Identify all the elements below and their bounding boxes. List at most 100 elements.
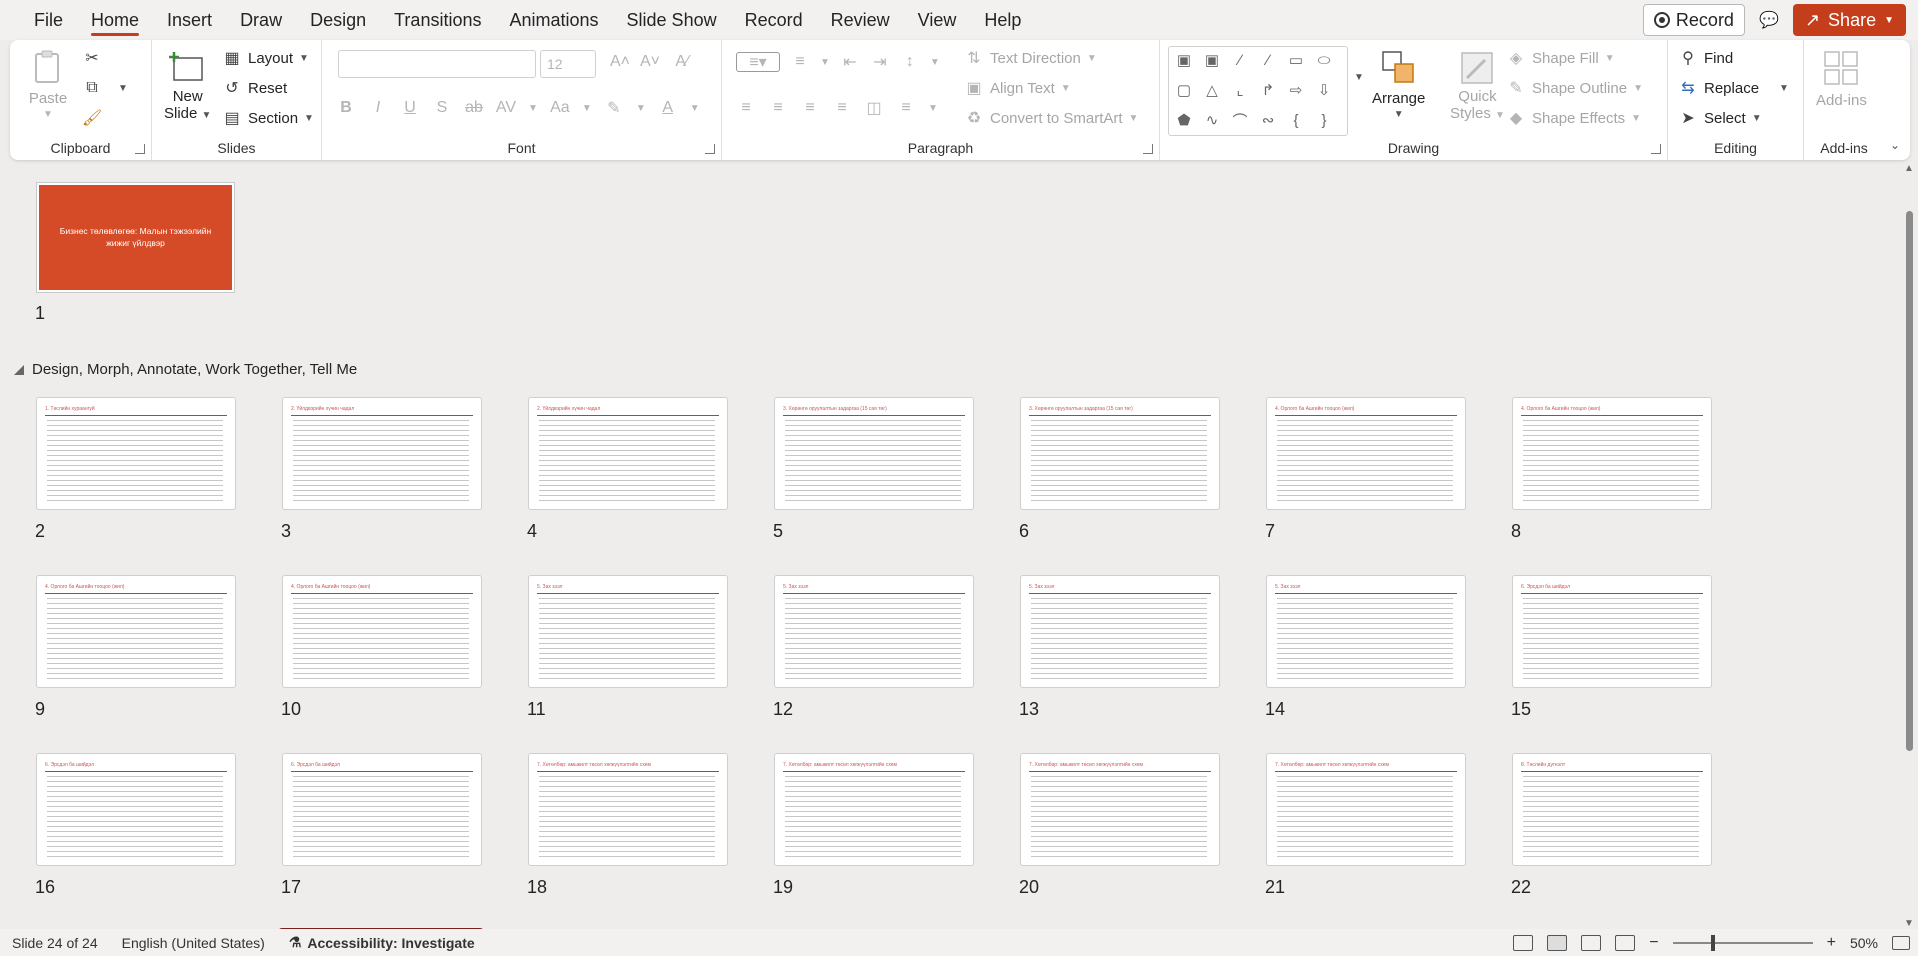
right-brace-icon[interactable]: } bbox=[1314, 111, 1334, 129]
text-box-icon[interactable]: ▣ bbox=[1174, 51, 1194, 69]
slide-thumbnail-9[interactable]: 4. Орлого ба Ашгийн тооцоо (жил) bbox=[36, 575, 236, 688]
highlight-icon[interactable]: ✎ bbox=[604, 98, 624, 118]
bold-icon[interactable]: B bbox=[336, 98, 356, 118]
fit-to-window-icon[interactable] bbox=[1892, 935, 1910, 950]
zoom-slider[interactable] bbox=[1672, 934, 1813, 951]
decrease-indent-icon[interactable]: ⇤ bbox=[840, 52, 860, 72]
share-button[interactable]: ↗ Share ▼ bbox=[1792, 4, 1906, 36]
shadow-icon[interactable]: S bbox=[432, 98, 452, 118]
tab-animations[interactable]: Animations bbox=[495, 0, 612, 40]
slide-thumbnail-20[interactable]: 7. Хөтөлбөр: амьжилт төсөл хөгжүүлэлтийн… bbox=[1020, 753, 1220, 866]
scroll-down-icon[interactable]: ▼ bbox=[1904, 918, 1914, 929]
format-painter-button[interactable]: 🖌 bbox=[82, 108, 102, 128]
reading-view-icon[interactable] bbox=[1581, 934, 1602, 951]
shape-effects-button[interactable]: ◆ Shape Effects ▼ bbox=[1506, 108, 1641, 128]
left-brace-icon[interactable]: { bbox=[1286, 111, 1306, 129]
zoom-in-icon[interactable]: + bbox=[1827, 934, 1836, 952]
shapes-more-button[interactable]: ▼ bbox=[1354, 72, 1364, 83]
vertical-text-box-icon[interactable]: ▣ bbox=[1202, 51, 1222, 69]
drawing-launcher-icon[interactable] bbox=[1651, 144, 1661, 154]
align-left-icon[interactable]: ≡ bbox=[736, 98, 756, 118]
font-name-input[interactable] bbox=[338, 50, 536, 78]
slide-thumbnail-7[interactable]: 4. Орлого ба Ашгийн тооцоо (жил) bbox=[1266, 397, 1466, 510]
arc-icon[interactable]: ⌒ bbox=[1230, 111, 1250, 130]
line-icon[interactable]: ∕ bbox=[1230, 51, 1250, 69]
arrow-down-icon[interactable]: ⇩ bbox=[1314, 81, 1334, 99]
slideshow-view-icon[interactable] bbox=[1615, 934, 1636, 951]
slide-sorter-view-icon[interactable] bbox=[1547, 934, 1568, 951]
character-spacing-icon[interactable]: AV bbox=[496, 98, 516, 118]
clipboard-launcher-icon[interactable] bbox=[135, 144, 145, 154]
layout-button[interactable]: ▦ Layout ▼ bbox=[222, 48, 309, 68]
connector-icon[interactable]: ⌞ bbox=[1230, 81, 1250, 99]
quick-styles-button[interactable]: Quick Styles ▼ bbox=[1450, 48, 1505, 122]
reset-button[interactable]: ↺ Reset bbox=[222, 78, 287, 98]
font-launcher-icon[interactable] bbox=[705, 144, 715, 154]
slide-thumbnail-10[interactable]: 4. Орлого ба Ашгийн тооцоо (жил) bbox=[282, 575, 482, 688]
paragraph-launcher-icon[interactable] bbox=[1143, 144, 1153, 154]
zoom-level[interactable]: 50% bbox=[1850, 935, 1878, 951]
underline-icon[interactable]: U bbox=[400, 98, 420, 118]
align-text-button[interactable]: ▣ Align Text ▼ bbox=[964, 78, 1070, 98]
collapse-ribbon-button[interactable]: ⌄ bbox=[1890, 138, 1900, 152]
scroll-thumb[interactable] bbox=[1906, 211, 1913, 751]
justify-icon[interactable]: ≡ bbox=[832, 98, 852, 118]
slide-thumbnail-4[interactable]: 2. Үйлдвэрийн хүчин чадал bbox=[528, 397, 728, 510]
slide-thumbnail-13[interactable]: 5. Зах зээл bbox=[1020, 575, 1220, 688]
zoom-out-icon[interactable]: − bbox=[1649, 934, 1658, 952]
freeform-icon[interactable]: ∿ bbox=[1202, 111, 1222, 129]
zoom-thumb[interactable] bbox=[1710, 934, 1715, 951]
convert-smartart-button[interactable]: ♻ Convert to SmartArt ▼ bbox=[964, 108, 1139, 128]
rectangle-icon[interactable]: ▭ bbox=[1286, 51, 1306, 69]
clear-formatting-button[interactable]: A∕ bbox=[672, 52, 692, 72]
find-button[interactable]: ⚲ Find bbox=[1678, 48, 1733, 68]
change-case-icon[interactable]: Aa bbox=[550, 98, 570, 118]
paste-button[interactable]: Paste ▼ bbox=[28, 48, 68, 120]
arrow-right-icon[interactable]: ⇨ bbox=[1286, 81, 1306, 99]
section-header[interactable]: Design, Morph, Annotate, Work Together, … bbox=[14, 361, 357, 378]
slide-thumbnail-17[interactable]: 6. Эрсдэл ба шийдэл bbox=[282, 753, 482, 866]
align-dropdown-icon[interactable]: ≡ bbox=[896, 98, 916, 118]
rounded-rectangle-icon[interactable]: ▢ bbox=[1174, 81, 1194, 99]
slide-thumbnail-16[interactable]: 6. Эрсдэл ба шийдэл bbox=[36, 753, 236, 866]
line-spacing-icon[interactable]: ↕ bbox=[900, 52, 920, 72]
select-button[interactable]: ➤ Select ▼ bbox=[1678, 108, 1761, 128]
section-button[interactable]: ▤ Section ▼ bbox=[222, 108, 314, 128]
pentagon-icon[interactable]: ⬟ bbox=[1174, 111, 1194, 129]
addins-button[interactable]: Add-ins bbox=[1816, 48, 1867, 109]
slide-thumbnail-1[interactable]: Бизнес төлөвлөгөө: Малын тэжээлийн жижиг… bbox=[37, 183, 234, 292]
copy-button[interactable]: ⧉ ▼ bbox=[82, 78, 128, 98]
font-color-icon[interactable]: A bbox=[658, 98, 678, 118]
slide-thumbnail-3[interactable]: 2. Үйлдвэрийн хүчин чадал bbox=[282, 397, 482, 510]
tab-review[interactable]: Review bbox=[817, 0, 904, 40]
accessibility-button[interactable]: ⚗ Accessibility: Investigate bbox=[277, 934, 487, 951]
tab-home[interactable]: Home bbox=[77, 0, 153, 40]
record-button[interactable]: Record bbox=[1642, 4, 1745, 36]
italic-icon[interactable]: I bbox=[368, 98, 388, 118]
bullets-icon[interactable]: ≡▾ bbox=[736, 52, 780, 72]
new-slide-button[interactable]: New Slide ▼ bbox=[164, 48, 211, 122]
slide-thumbnail-2[interactable]: 1. Төслийн хураангуй bbox=[36, 397, 236, 510]
tab-transitions[interactable]: Transitions bbox=[380, 0, 495, 40]
elbow-connector-icon[interactable]: ↱ bbox=[1258, 81, 1278, 99]
tab-view[interactable]: View bbox=[904, 0, 971, 40]
increase-indent-icon[interactable]: ⇥ bbox=[870, 52, 890, 72]
replace-button[interactable]: ⇆ Replace ▼ bbox=[1678, 78, 1789, 98]
triangle-icon[interactable]: △ bbox=[1202, 81, 1222, 99]
columns-icon[interactable]: ◫ bbox=[864, 98, 884, 118]
scroll-up-icon[interactable]: ▲ bbox=[1904, 163, 1914, 174]
tab-design[interactable]: Design bbox=[296, 0, 380, 40]
tab-record[interactable]: Record bbox=[731, 0, 817, 40]
collapse-triangle-icon[interactable] bbox=[14, 364, 24, 375]
shrink-font-button[interactable]: A˅ bbox=[640, 52, 660, 72]
slide-thumbnail-14[interactable]: 5. Зах зээл bbox=[1266, 575, 1466, 688]
language[interactable]: English (United States) bbox=[110, 935, 277, 951]
cut-button[interactable]: ✂ bbox=[82, 48, 102, 68]
slide-thumbnail-12[interactable]: 5. Зах зээл bbox=[774, 575, 974, 688]
slide-thumbnail-11[interactable]: 5. Зах зээл bbox=[528, 575, 728, 688]
tab-slide-show[interactable]: Slide Show bbox=[613, 0, 731, 40]
tab-draw[interactable]: Draw bbox=[226, 0, 296, 40]
tab-help[interactable]: Help bbox=[970, 0, 1035, 40]
line-icon[interactable]: ∕ bbox=[1258, 51, 1278, 69]
strikethrough-icon[interactable]: ab bbox=[464, 98, 484, 118]
